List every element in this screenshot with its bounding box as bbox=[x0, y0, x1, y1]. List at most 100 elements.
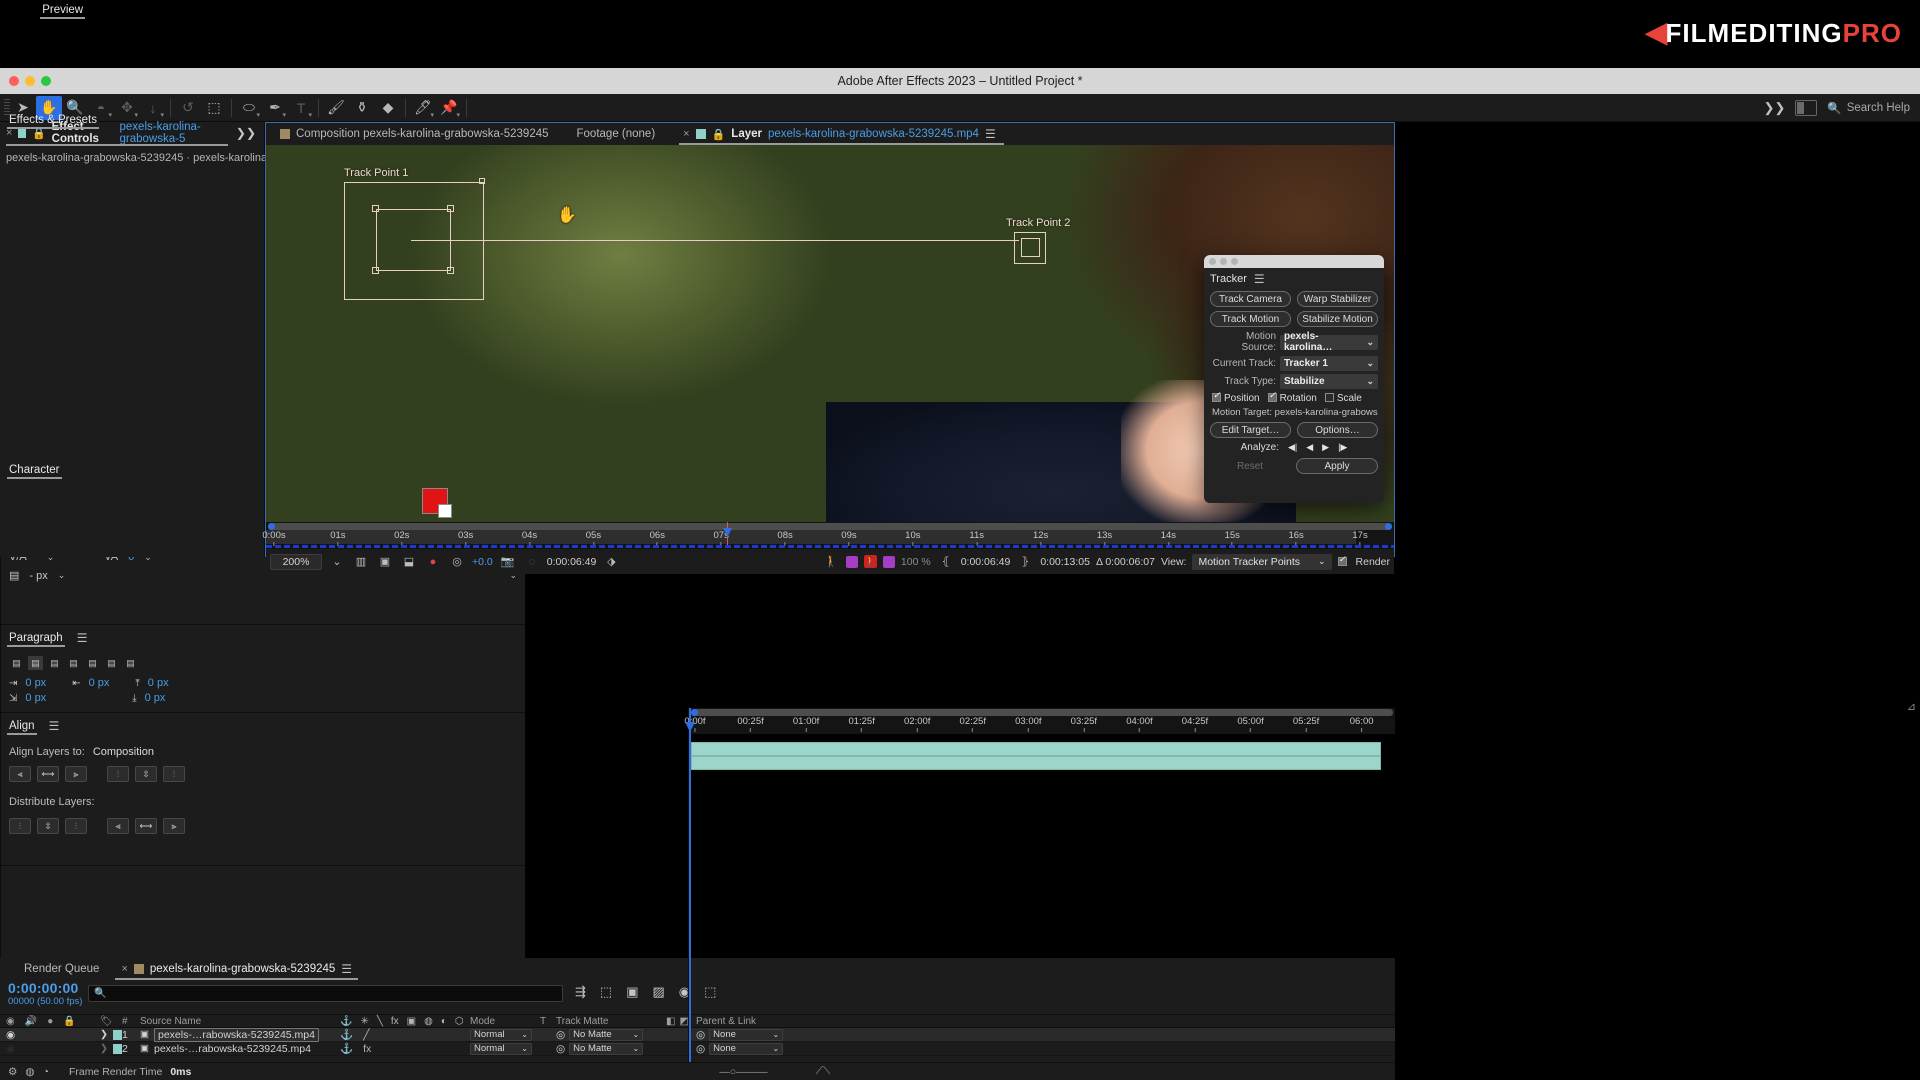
panel-menu-icon[interactable]: ☰ bbox=[341, 962, 352, 976]
track-point-1-handle-br[interactable] bbox=[447, 267, 454, 274]
distribute-horizontal-center-icon[interactable]: ⟷ bbox=[135, 818, 157, 834]
row-mode-select[interactable]: Normal ⌄ bbox=[470, 1043, 532, 1055]
puppet-pin-tool[interactable]: 📌▾ bbox=[436, 96, 462, 120]
panel-menu-icon[interactable]: ☰ bbox=[49, 719, 60, 733]
viewer-timecode[interactable]: 0:00:06:49 bbox=[547, 556, 597, 568]
lock-icon[interactable]: 🔒 bbox=[712, 128, 726, 141]
composition-mini-flowchart-icon[interactable]: ⇶ bbox=[575, 984, 586, 1000]
analyze-backward-button[interactable]: ◀ bbox=[1306, 442, 1313, 453]
region-of-interest-icon[interactable]: ▣ bbox=[376, 554, 394, 570]
matte-color-swatch[interactable] bbox=[883, 556, 895, 568]
frame-blending-icon[interactable]: ▨ bbox=[653, 984, 665, 1000]
align-left-icon[interactable]: ▤ bbox=[9, 656, 24, 670]
alpha-overlay-icon[interactable] bbox=[846, 556, 858, 568]
pen-tool[interactable]: ✒▾ bbox=[262, 96, 288, 120]
zoom-level-select[interactable]: 200% bbox=[270, 554, 322, 570]
tab-footage[interactable]: Footage (none) bbox=[563, 123, 670, 145]
options-button[interactable]: Options… bbox=[1297, 422, 1378, 438]
analyze-1-frame-back-button[interactable]: ◀| bbox=[1288, 442, 1297, 453]
row-source-name[interactable]: pexels-…rabowska-5239245.mp4 bbox=[154, 1028, 319, 1042]
track-point-1-handle-tl[interactable] bbox=[372, 205, 379, 212]
label-color-swatch[interactable] bbox=[113, 1044, 122, 1054]
close-icon[interactable]: × bbox=[121, 963, 127, 975]
video-visibility-icon[interactable]: ◉ bbox=[6, 1016, 15, 1027]
exposure-value[interactable]: +0.0 bbox=[472, 556, 493, 568]
track-type-select[interactable]: Stabilize ⌄ bbox=[1280, 374, 1378, 389]
motion-blur-footer-icon[interactable]: ◔ bbox=[43, 1066, 49, 1078]
rotation-checkbox[interactable]: Rotation bbox=[1268, 393, 1317, 404]
viewer-time-ruler[interactable]: 0:00s01s02s03s04s05s06s07s08s09s10s11s12… bbox=[266, 522, 1394, 548]
row-mode-select[interactable]: Normal ⌄ bbox=[470, 1029, 532, 1041]
row-parent-switch[interactable]: ⚓ bbox=[340, 1028, 353, 1041]
timeline-graph-area[interactable]: 0:00f00:25f01:00f01:25f02:00f02:25f03:00… bbox=[688, 708, 1395, 1062]
align-right-edges-icon[interactable]: ⫸ bbox=[65, 766, 87, 782]
row-preserve-transparency[interactable] bbox=[540, 1028, 556, 1042]
chevron-down-icon[interactable]: ⌄ bbox=[58, 570, 66, 581]
space-after-value[interactable]: 0 px bbox=[145, 692, 166, 704]
hide-shy-layers-icon[interactable]: ▣ bbox=[626, 984, 638, 1000]
distribute-right-icon[interactable]: ⫸ bbox=[163, 818, 185, 834]
eraser-tool[interactable]: ◆ bbox=[375, 96, 401, 120]
scale-checkbox[interactable]: Scale bbox=[1325, 393, 1362, 404]
exposure-icon[interactable]: ◎ bbox=[448, 554, 466, 570]
window-controls[interactable] bbox=[9, 76, 51, 86]
close-window-button[interactable] bbox=[9, 76, 19, 86]
show-snapshot-icon[interactable]: ◌ bbox=[523, 554, 541, 570]
label-color-swatch[interactable] bbox=[113, 1030, 122, 1040]
distribute-left-icon[interactable]: ⫷ bbox=[107, 818, 129, 834]
indent-right-value[interactable]: 0 px bbox=[89, 677, 110, 689]
shape-tool[interactable]: ⬭▾ bbox=[236, 96, 262, 120]
distribute-vertical-center-icon[interactable]: ⇳ bbox=[37, 818, 59, 834]
in-point-value[interactable]: 0:00:06:49 bbox=[961, 556, 1011, 568]
align-bottom-edges-icon[interactable]: ⫶ bbox=[163, 766, 185, 782]
align-horizontal-center-icon[interactable]: ⟷ bbox=[37, 766, 59, 782]
align-center-icon[interactable]: ▤ bbox=[28, 656, 43, 670]
maximize-window-button[interactable] bbox=[41, 76, 51, 86]
scrollbar-left-knob[interactable] bbox=[691, 709, 698, 716]
justify-last-center-icon[interactable]: ▤ bbox=[85, 656, 100, 670]
view-select[interactable]: Motion Tracker Points ⌄ bbox=[1192, 554, 1331, 570]
layer-bar-1[interactable] bbox=[691, 742, 1381, 756]
resolution-icon[interactable]: ▥ bbox=[352, 554, 370, 570]
justify-all-icon[interactable]: ▤ bbox=[123, 656, 138, 670]
render-checkbox[interactable] bbox=[1338, 556, 1350, 568]
draft-3d-icon[interactable]: ⬚ bbox=[600, 984, 612, 1000]
scrollbar-left-knob[interactable] bbox=[268, 523, 275, 530]
toggle-switches-modes-icon[interactable]: ⚙ bbox=[8, 1066, 17, 1078]
snapshot-icon[interactable]: 📷 bbox=[499, 554, 517, 570]
tracker-maximize-button[interactable] bbox=[1231, 258, 1238, 265]
alpha-boundary-red-icon[interactable]: 🚶 bbox=[864, 555, 877, 568]
channel-icon[interactable]: ● bbox=[424, 554, 442, 570]
scrollbar-right-knob[interactable] bbox=[1385, 523, 1392, 530]
expand-panel-icon[interactable]: ❯❯ bbox=[236, 126, 256, 140]
close-icon[interactable]: × bbox=[683, 128, 689, 140]
current-track-select[interactable]: Tracker 1 ⌄ bbox=[1280, 356, 1378, 371]
move-tool[interactable]: ↓▾ bbox=[140, 96, 166, 120]
row-effects-switch[interactable]: fx bbox=[363, 1043, 371, 1055]
reset-button[interactable]: Reset bbox=[1210, 458, 1290, 474]
indent-left-value[interactable]: 0 px bbox=[25, 677, 46, 689]
row-track-matte-select[interactable]: No Matte ⌄ bbox=[569, 1029, 643, 1041]
lock-icon[interactable]: 🔒 bbox=[63, 1016, 75, 1027]
timeline-search-input[interactable]: 🔍 bbox=[88, 985, 563, 1002]
workspace-layout-icon[interactable] bbox=[1795, 100, 1817, 116]
audio-icon[interactable]: 🔊 bbox=[25, 1016, 37, 1027]
tracker-minimize-button[interactable] bbox=[1220, 258, 1227, 265]
expand-row-icon[interactable]: ❯ bbox=[100, 1029, 108, 1040]
panel-menu-icon[interactable]: ☰ bbox=[985, 127, 996, 141]
row-track-matte-select[interactable]: No Matte ⌄ bbox=[569, 1043, 643, 1055]
chevron-down-icon[interactable]: ⌄ bbox=[328, 554, 346, 570]
align-left-edges-icon[interactable]: ⫷ bbox=[9, 766, 31, 782]
track-point-1-handle-bl[interactable] bbox=[372, 267, 379, 274]
expand-row-icon[interactable]: ❯ bbox=[100, 1043, 108, 1054]
rotation-tool[interactable]: ↺ bbox=[175, 96, 201, 120]
tracker-close-button[interactable] bbox=[1209, 258, 1216, 265]
timeline-comp-marker-icon[interactable]: ⊿ bbox=[1907, 700, 1916, 713]
roto-brush-tool[interactable]: 🖊▾ bbox=[410, 96, 436, 120]
search-help[interactable]: 🔍 Search Help bbox=[1827, 101, 1910, 115]
indent-first-value[interactable]: 0 px bbox=[25, 692, 46, 704]
motion-source-select[interactable]: pexels-karolina… ⌄ bbox=[1280, 335, 1378, 350]
justify-last-left-icon[interactable]: ▤ bbox=[66, 656, 81, 670]
row-preserve-transparency[interactable] bbox=[540, 1042, 556, 1056]
analyze-forward-button[interactable]: ▶ bbox=[1322, 442, 1329, 453]
